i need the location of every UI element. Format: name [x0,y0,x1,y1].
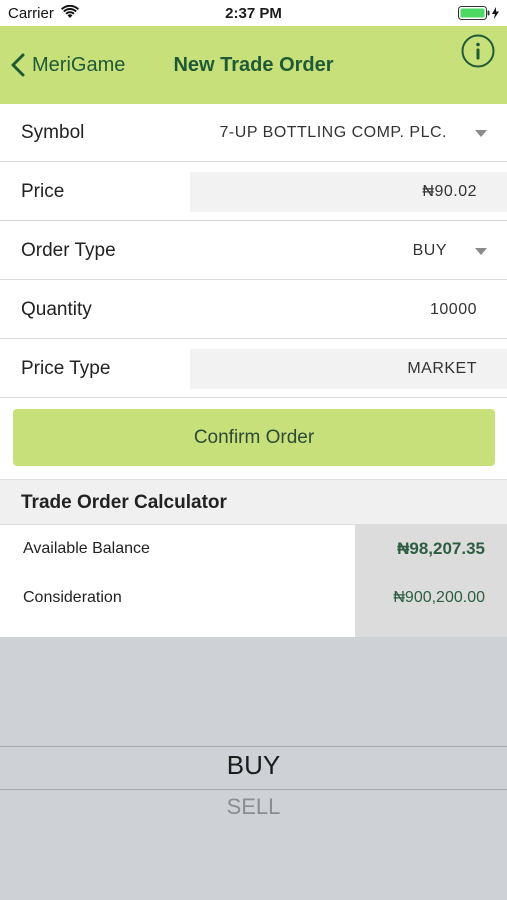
caret-down-icon[interactable] [475,130,487,137]
status-time: 2:37 PM [225,5,282,22]
order-type-row[interactable]: Order Type BUY [0,222,507,280]
symbol-label: Symbol [21,122,85,143]
symbol-row[interactable]: Symbol 7-UP BOTTLING COMP. PLC. [0,104,507,162]
caret-down-icon[interactable] [475,248,487,255]
chevron-left-icon [11,53,25,77]
status-bar: Carrier 2:37 PM [0,0,507,26]
available-balance-label: Available Balance [23,540,150,557]
consideration-label: Consideration [23,589,122,606]
order-type-value[interactable]: BUY [413,222,447,280]
calculator-title: Trade Order Calculator [21,492,227,513]
quantity-input[interactable]: 10000 [430,281,477,339]
available-balance-value: ₦98,207.35 [397,539,485,558]
order-type-picker[interactable]: BUY SELL [0,637,507,900]
price-type-value: MARKET [407,360,477,377]
back-button-label: MeriGame [32,53,126,76]
battery-icon [458,6,499,20]
price-value: ₦90.02 [422,183,477,200]
confirm-order-button[interactable]: Confirm Order [13,409,495,466]
quantity-label: Quantity [21,299,92,320]
price-type-label: Price Type [21,358,111,379]
price-row: Price ₦90.02 [0,163,507,221]
consideration-value: ₦900,200.00 [393,589,485,606]
info-icon[interactable] [461,34,495,68]
price-label: Price [21,181,65,202]
order-type-label: Order Type [21,240,116,261]
symbol-value[interactable]: 7-UP BOTTLING COMP. PLC. [220,104,447,162]
back-button[interactable]: MeriGame [10,26,125,104]
calculator-body: Available Balance ₦98,207.35 Considerati… [0,525,507,637]
page-title: New Trade Order [173,54,334,76]
calculator-header: Trade Order Calculator [0,479,507,525]
picker-option-buy[interactable]: BUY [0,750,507,781]
navigation-bar: MeriGame New Trade Order [0,26,507,104]
price-type-row: Price Type MARKET [0,340,507,398]
quantity-row[interactable]: Quantity 10000 [0,281,507,339]
picker-option-sell[interactable]: SELL [0,794,507,820]
